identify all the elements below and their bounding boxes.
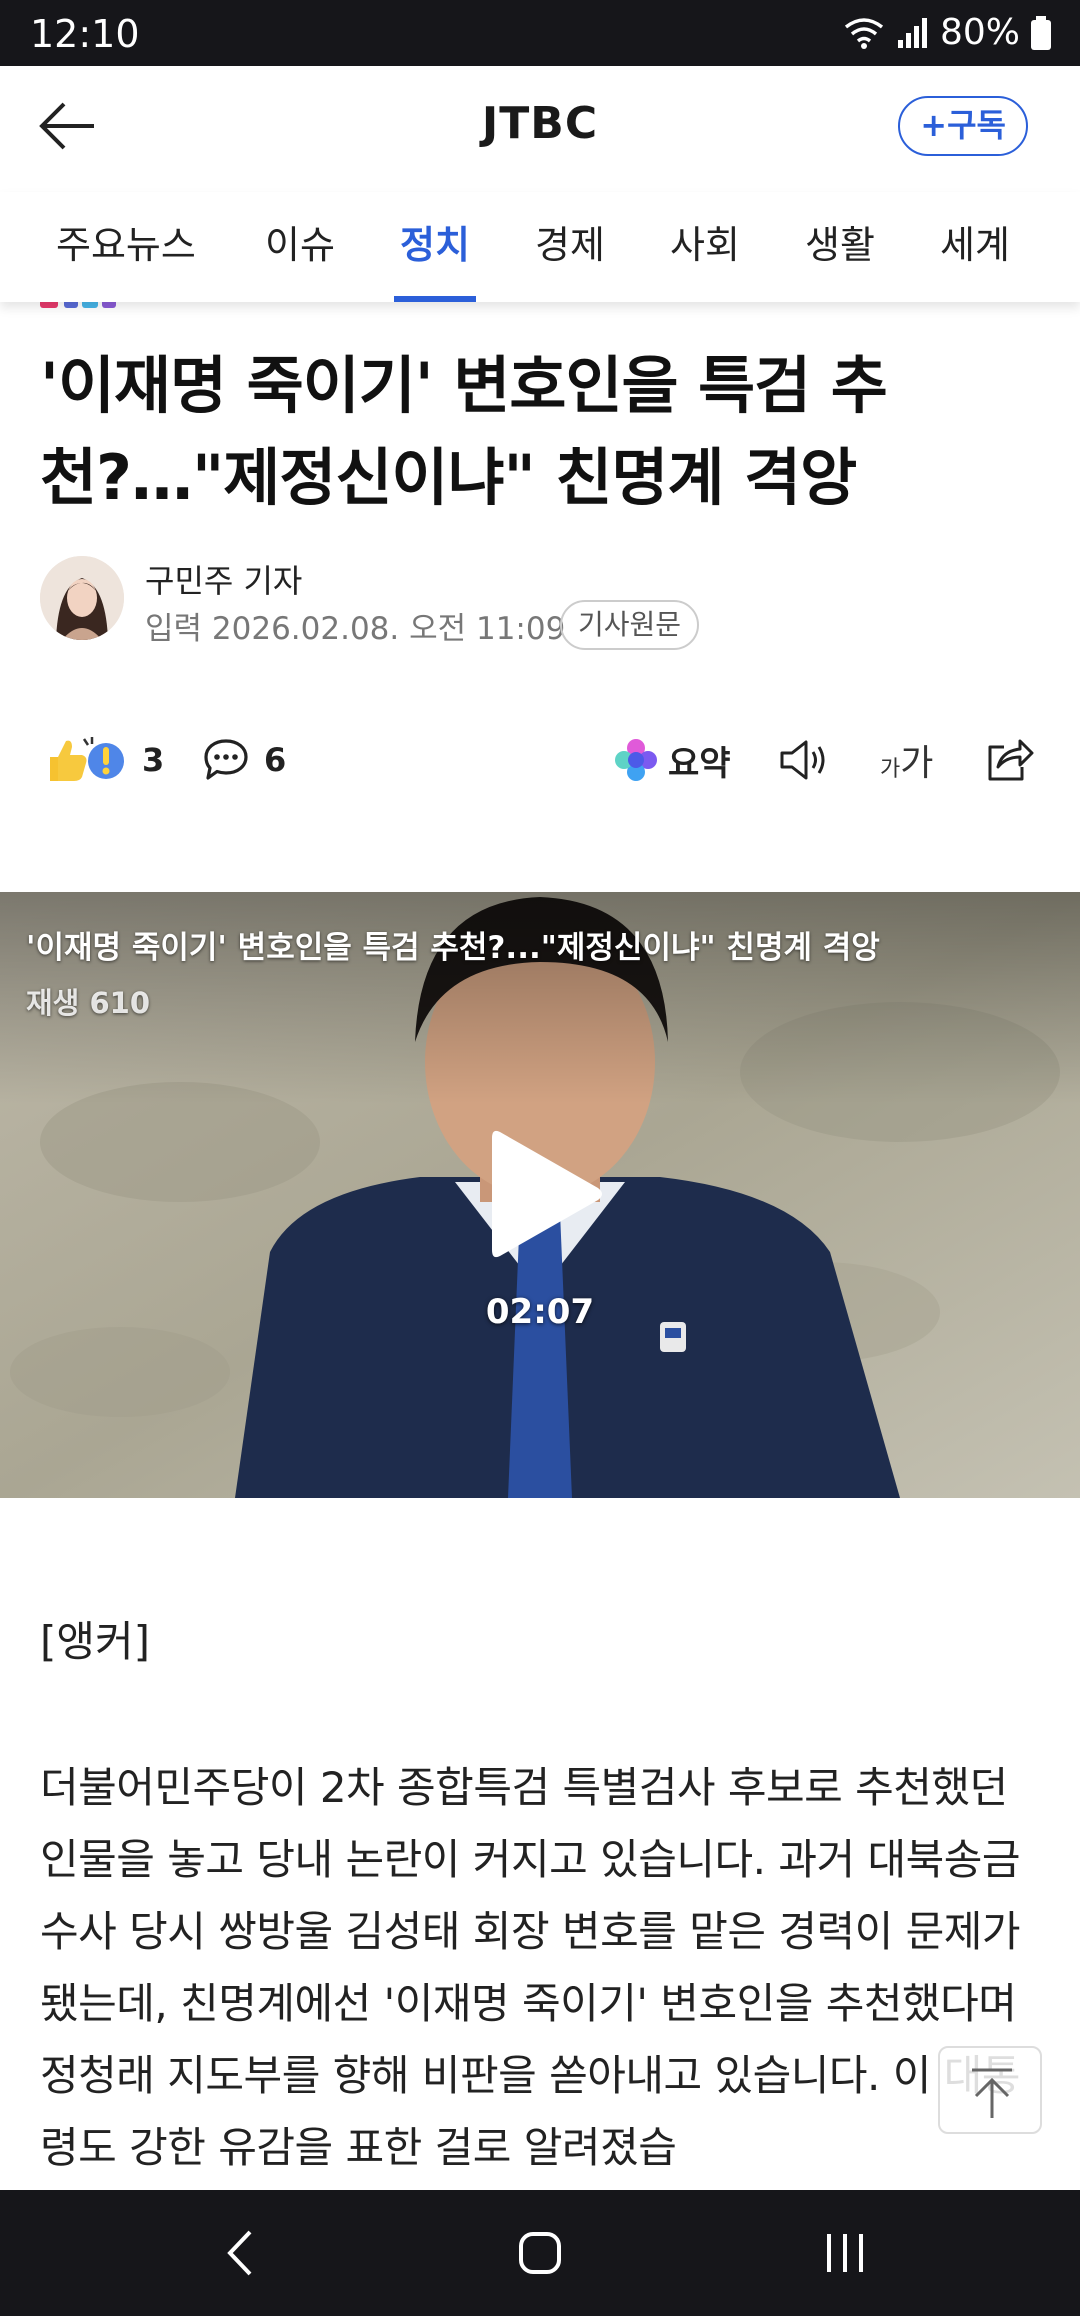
category-tabs: 주요뉴스 이슈 정치 경제 사회 생활 세계 ㅈ: [0, 192, 1080, 302]
recents-icon: [827, 2234, 863, 2272]
font-size-large-label: 가: [900, 743, 934, 784]
status-time: 12:10: [30, 12, 140, 56]
anchor-label: [앵커]: [40, 1617, 151, 1666]
nav-back-button[interactable]: [200, 2220, 280, 2286]
nav-recents-button[interactable]: [805, 2220, 885, 2286]
active-tab-underline: [394, 296, 476, 302]
tab-more[interactable]: ㅈ: [1075, 214, 1080, 269]
tab-issue[interactable]: 이슈: [265, 214, 335, 269]
comment-count: 6: [264, 741, 287, 779]
nav-home-button[interactable]: [500, 2220, 580, 2286]
tab-life[interactable]: 생활: [805, 214, 875, 269]
article-headline: '이재명 죽이기' 변호인을 특검 추 천?…"제정신이냐" 친명계 격앙: [40, 340, 1040, 524]
reporter-name[interactable]: 구민주 기자: [145, 556, 302, 602]
reaction-icon: [50, 737, 124, 781]
battery-percent: 80%: [939, 12, 1020, 53]
original-article-button[interactable]: 기사원문: [560, 600, 700, 650]
tab-main-news[interactable]: 주요뉴스: [56, 214, 196, 269]
summary-button[interactable]: 요약: [614, 730, 731, 790]
reaction-button[interactable]: 3: [44, 730, 164, 790]
headline-line-2: 천?…"제정신이냐" 친명계 격앙: [40, 441, 857, 514]
tab-politics[interactable]: 정치: [400, 214, 470, 269]
article-action-bar: 3 6 요약 가 가: [0, 730, 1080, 790]
video-view-count: 재생 610: [26, 986, 150, 1020]
tab-economy[interactable]: 경제: [535, 214, 605, 269]
tab-society[interactable]: 사회: [670, 214, 740, 269]
speaker-icon: [780, 740, 825, 780]
home-icon: [519, 2232, 561, 2274]
headline-line-1: '이재명 죽이기' 변호인을 특검 추: [40, 349, 888, 422]
summary-label: 요약: [668, 743, 731, 784]
chevron-left-icon: [227, 2230, 252, 2276]
article-body-paragraph: 더불어민주당이 2차 종합특검 특별검사 후보로 추천했던 인물을 놓고 당내 …: [40, 1763, 1021, 2172]
app-header: JTBC +구독: [0, 66, 1080, 192]
status-bar: 12:10 80%: [0, 0, 1080, 66]
text-to-speech-button[interactable]: [778, 730, 830, 790]
ai-summary-icon: [615, 739, 657, 781]
play-icon[interactable]: [486, 1124, 606, 1264]
system-nav-bar: [0, 2190, 1080, 2316]
article-dateline: 입력 2026.02.08. 오전 11:09: [145, 611, 566, 647]
arrow-up-icon: [972, 2068, 1012, 2118]
reaction-count: 3: [142, 741, 165, 779]
font-size-small-label: 가: [880, 757, 901, 782]
scroll-to-top-button[interactable]: [938, 2046, 1042, 2134]
tab-world[interactable]: 세계: [940, 214, 1010, 269]
signal-icon: [896, 16, 930, 50]
share-icon: [988, 739, 1034, 781]
comment-button[interactable]: 6: [202, 730, 286, 790]
comment-icon: [204, 739, 248, 780]
video-duration: 02:07: [485, 1292, 595, 1332]
reporter-avatar[interactable]: [40, 556, 124, 640]
subscribe-button[interactable]: +구독: [898, 96, 1028, 156]
share-button[interactable]: [984, 730, 1034, 790]
font-size-button[interactable]: 가 가: [880, 730, 933, 790]
video-title: '이재명 죽이기' 변호인을 특검 추천?..."제정신이냐" 친명계 격앙: [26, 930, 880, 966]
wifi-icon: [842, 15, 886, 51]
battery-icon: [1030, 15, 1052, 51]
video-player[interactable]: '이재명 죽이기' 변호인을 특검 추천?..."제정신이냐" 친명계 격앙 재…: [0, 892, 1080, 1498]
